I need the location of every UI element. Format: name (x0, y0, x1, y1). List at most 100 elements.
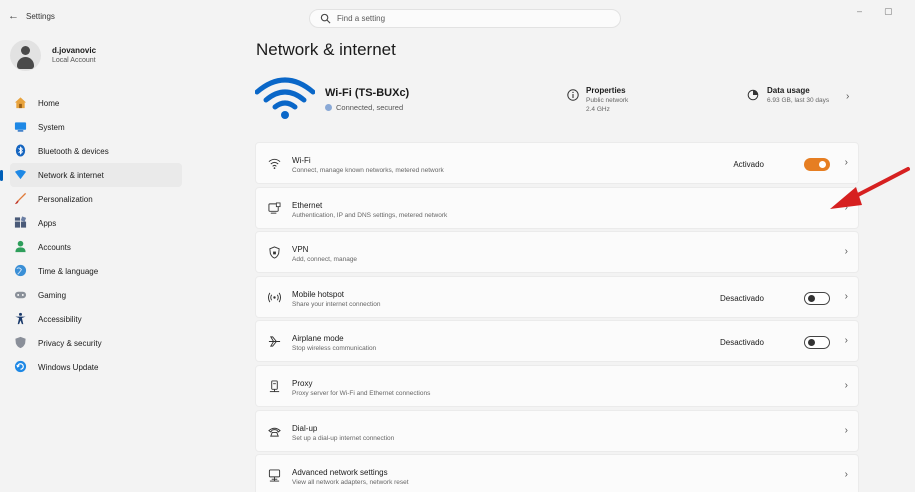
card-subtitle: Add, connect, manage (292, 256, 358, 264)
ethernet-icon (268, 202, 281, 214)
card-subtitle: View all network adapters, network reset (292, 479, 409, 487)
sidebar-item-label: Personalization (38, 195, 93, 204)
sidebar-item-accounts[interactable]: Accounts (10, 235, 182, 259)
sidebar-item-system[interactable]: System (10, 115, 182, 139)
advanced-network-icon (268, 469, 281, 482)
toggle-state-label: Desactivado (719, 338, 764, 348)
wifi-hero-icon (255, 77, 315, 119)
sidebar-item-label: Windows Update (38, 363, 99, 372)
user-name: d.jovanovic (52, 46, 97, 55)
sidebar-item-apps[interactable]: Apps (10, 211, 182, 235)
card-advanced-network-settings[interactable]: Advanced network settings View all netwo… (255, 454, 859, 492)
chevron-right-icon: › (844, 290, 848, 302)
properties-title[interactable]: Properties (586, 86, 626, 95)
card-subtitle: Share your internet connection (292, 300, 381, 308)
annotation-arrow-icon (830, 167, 910, 209)
sidebar-item-label: Accounts (38, 243, 71, 252)
card-subtitle: Stop wireless communication (292, 345, 377, 353)
system-icon (14, 122, 27, 132)
sidebar-item-label: Accessibility (38, 315, 82, 324)
search-icon (320, 13, 331, 24)
accessibility-icon (15, 312, 26, 325)
title-bar: ← Settings Find a setting – ▢ (0, 0, 915, 32)
properties-network-type: Public network (586, 97, 629, 104)
wifi-toggle[interactable] (804, 158, 830, 171)
page-title: Network & internet (256, 40, 396, 59)
minimize-button[interactable]: – (857, 6, 862, 16)
apps-icon (14, 216, 27, 228)
sidebar-item-label: Apps (38, 219, 57, 228)
hotspot-icon (268, 292, 281, 303)
home-icon (14, 97, 27, 109)
toggle-state-label: Activado (733, 160, 764, 169)
sidebar-item-time-language[interactable]: Time & language (10, 259, 182, 283)
sidebar-item-gaming[interactable]: Gaming (10, 283, 182, 307)
data-usage-icon[interactable] (747, 89, 759, 101)
data-usage-title[interactable]: Data usage (767, 86, 810, 95)
card-mobile-hotspot[interactable]: Mobile hotspot Share your internet conne… (255, 275, 859, 318)
card-title: Mobile hotspot (292, 289, 345, 299)
sidebar-item-label: System (38, 123, 65, 132)
dialup-icon (268, 427, 281, 437)
sidebar-item-label: Time & language (38, 267, 99, 276)
card-subtitle: Connect, manage known networks, metered … (292, 167, 444, 174)
card-ethernet[interactable]: Ethernet Authentication, IP and DNS sett… (255, 186, 859, 229)
chevron-right-icon[interactable]: › (846, 91, 849, 102)
chevron-right-icon: › (844, 246, 848, 258)
network-settings-list: Wi-Fi Connect, manage known networks, me… (255, 142, 859, 492)
network-icon (14, 169, 27, 180)
app-title: Settings (26, 12, 55, 21)
toggle-state-label: Desactivado (719, 293, 764, 303)
connection-status-text: Connected, secured (336, 103, 404, 112)
active-indicator (0, 170, 3, 181)
update-icon (14, 360, 27, 373)
sidebar-item-label: Network & internet (38, 171, 104, 180)
airplane-icon (268, 336, 281, 347)
card-title: Ethernet (292, 200, 323, 210)
card-wifi[interactable]: Wi-Fi Connect, manage known networks, me… (255, 142, 859, 184)
card-subtitle: Authentication, IP and DNS settings, met… (292, 211, 448, 219)
sidebar-item-privacy-security[interactable]: Privacy & security (10, 331, 182, 355)
card-title: Advanced network settings (292, 468, 388, 478)
sidebar-item-network[interactable]: Network & internet (0, 163, 182, 187)
maximize-button[interactable]: ▢ (884, 6, 893, 17)
airplane-mode-toggle[interactable] (804, 336, 830, 350)
sidebar-item-accessibility[interactable]: Accessibility (10, 307, 182, 331)
card-proxy[interactable]: Proxy Proxy server for Wi-Fi and Etherne… (255, 364, 859, 407)
card-title: Airplane mode (292, 334, 344, 344)
sidebar-item-label: Gaming (38, 291, 67, 300)
sidebar-item-personalization[interactable]: Personalization (10, 187, 182, 211)
chevron-right-icon: › (844, 469, 848, 481)
vpn-shield-icon (269, 246, 280, 259)
connected-network-name: Wi-Fi (TS-BUXc) (325, 87, 410, 99)
sidebar-item-home[interactable]: Home (10, 91, 182, 115)
hotspot-toggle[interactable] (804, 291, 830, 305)
card-title: Wi-Fi (292, 156, 311, 165)
globe-icon (14, 264, 27, 277)
sidebar-item-windows-update[interactable]: Windows Update (10, 355, 182, 379)
sidebar-item-label: Home (38, 99, 60, 108)
search-placeholder: Find a setting (337, 14, 386, 23)
sidebar-nav: Home System Bluetooth & devices Network … (0, 91, 182, 379)
gamepad-icon (14, 291, 27, 299)
proxy-icon (269, 380, 280, 393)
avatar (10, 40, 41, 71)
shield-icon (15, 336, 26, 349)
back-arrow-icon[interactable]: ← (8, 10, 19, 22)
chevron-right-icon: › (844, 379, 848, 391)
info-icon[interactable] (567, 89, 579, 101)
card-dial-up[interactable]: Dial-up Set up a dial-up internet connec… (255, 409, 859, 452)
sidebar-item-label: Privacy & security (38, 339, 102, 348)
connection-status: Connected, secured (325, 103, 403, 112)
card-title: Dial-up (292, 423, 318, 433)
card-airplane-mode[interactable]: Airplane mode Stop wireless communicatio… (255, 320, 859, 363)
chevron-right-icon: › (844, 335, 848, 347)
account-type: Local Account (52, 57, 96, 64)
chevron-right-icon: › (844, 424, 848, 436)
card-title: Proxy (292, 378, 313, 388)
card-vpn[interactable]: VPN Add, connect, manage › (255, 231, 859, 274)
sidebar-item-bluetooth[interactable]: Bluetooth & devices (10, 139, 182, 163)
card-subtitle: Set up a dial-up internet connection (292, 434, 395, 442)
wifi-icon (268, 158, 281, 169)
search-box[interactable]: Find a setting (309, 9, 621, 28)
